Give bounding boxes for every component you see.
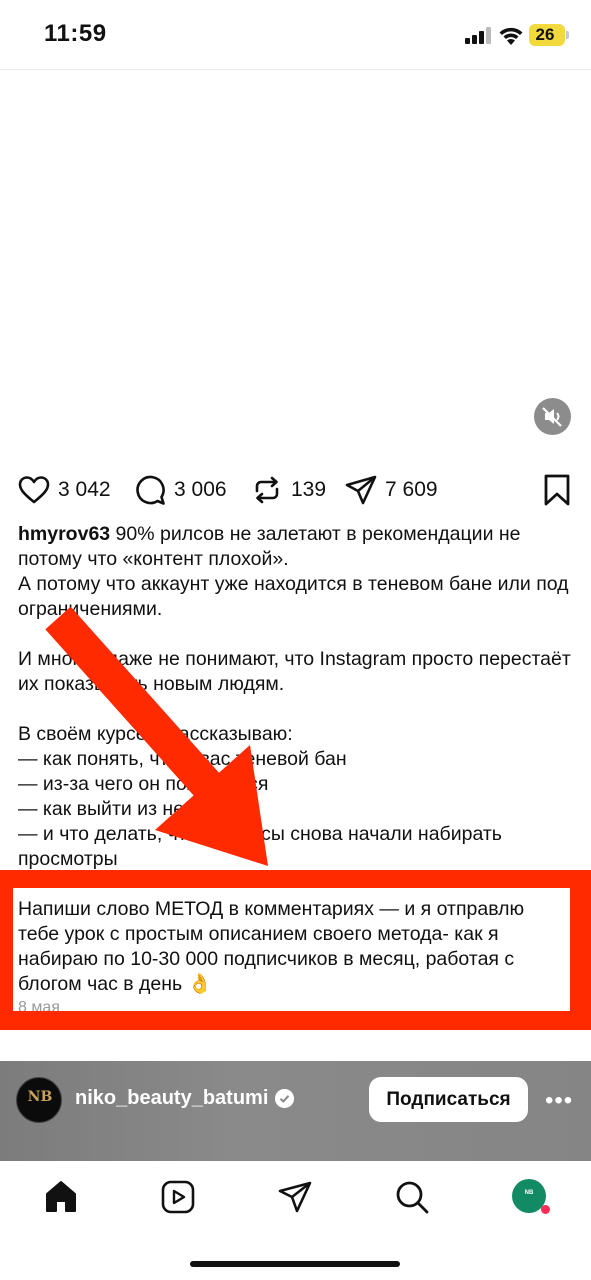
repost-icon [255, 476, 279, 504]
like-button[interactable]: 3 042 [18, 470, 111, 510]
banner-account-name[interactable]: niko_beauty_batumi [75, 1087, 268, 1110]
reels-icon[interactable] [160, 1179, 196, 1215]
comments-count: 3 006 [174, 478, 227, 501]
caption-bullet: — как понять, что у вас теневой бан [18, 748, 347, 770]
send-icon [345, 475, 377, 505]
reel-video[interactable] [0, 71, 591, 459]
home-indicator[interactable] [190, 1261, 400, 1267]
comment-icon [136, 475, 165, 505]
shares-count: 7 609 [385, 478, 438, 501]
highlight-content: Напиши слово МЕТОД в комментариях — и я … [13, 888, 570, 1011]
share-button[interactable]: 7 609 [345, 470, 438, 510]
direct-messages-icon[interactable] [277, 1179, 313, 1215]
caption-text-line3: И многие даже не понимают, что Instagram… [18, 648, 577, 695]
avatar[interactable]: NB [16, 1077, 62, 1123]
home-icon[interactable] [43, 1179, 79, 1215]
search-icon[interactable] [394, 1179, 430, 1215]
action-row: 3 042 3 006 139 7 609 [0, 470, 591, 510]
caption-text-line2: А потому что аккаунт уже находится в тен… [18, 573, 574, 620]
battery-cap [566, 31, 569, 39]
status-bar: 11:59 26 [0, 0, 591, 70]
likes-count: 3 042 [58, 478, 111, 501]
status-time: 11:59 [44, 20, 107, 47]
post-caption: hmyrov63 90% рилсов не залетают в рекоме… [18, 522, 578, 872]
notification-dot [541, 1205, 550, 1214]
battery-icon: 26 [529, 24, 565, 46]
caption-text-line4: В своём курсе я рассказываю: [18, 723, 293, 745]
sponsored-account-banner: NB niko_beauty_batumi Подписаться ••• [0, 1061, 591, 1161]
reposts-count: 139 [291, 478, 327, 501]
speaker-muted-icon [542, 407, 562, 427]
caption-bullet: — из-за чего он появляется [18, 773, 269, 795]
battery-level: 26 [535, 25, 555, 44]
caption-bullet: — как выйти из него [18, 798, 202, 820]
bookmark-icon[interactable] [542, 474, 572, 506]
caption-username[interactable]: hmyrov63 [18, 523, 110, 545]
verified-badge-icon [275, 1089, 294, 1108]
wifi-icon [499, 27, 523, 45]
avatar-initials: NB [27, 1089, 53, 1105]
comment-button[interactable]: 3 006 [134, 470, 227, 510]
highlight-frame: Напиши слово МЕТОД в комментариях — и я … [0, 870, 591, 1030]
mute-button[interactable] [534, 398, 571, 435]
caption-first-paragraph: hmyrov63 90% рилсов не залетают в рекоме… [18, 522, 578, 572]
cellular-signal-icon [465, 27, 493, 44]
profile-avatar-initials: NB [524, 1190, 534, 1196]
follow-button[interactable]: Подписаться [369, 1077, 528, 1122]
heart-icon [18, 476, 50, 504]
more-options-icon[interactable]: ••• [545, 1087, 573, 1115]
highlight-text: Напиши слово МЕТОД в комментариях — и я … [18, 898, 525, 995]
repost-button[interactable]: 139 [251, 470, 326, 510]
post-date: 8 мая [18, 999, 60, 1011]
caption-bullet: — и что делать, чтобы рилсы снова начали… [18, 823, 508, 870]
